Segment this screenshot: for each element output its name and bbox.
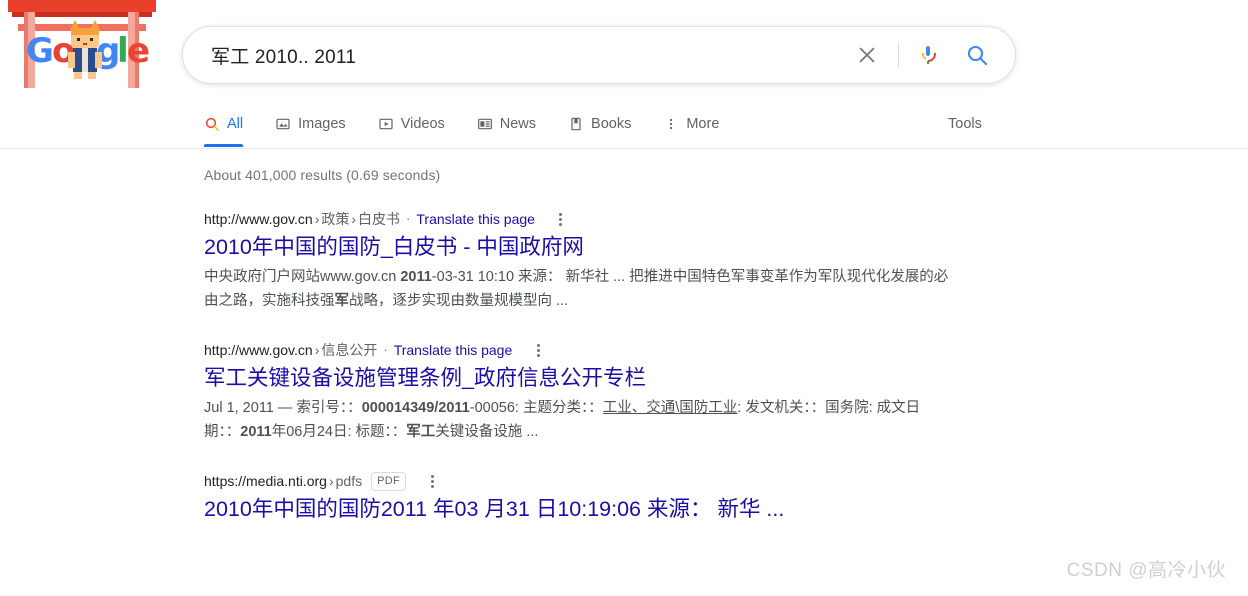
- search-bar: [182, 26, 1016, 84]
- breadcrumb-separator: ›: [327, 473, 336, 489]
- result-title-link[interactable]: 军工关键设备设施管理条例_政府信息公开专栏: [204, 363, 646, 393]
- result-header: https://media.nti.org›pdfs PDF: [204, 471, 964, 491]
- pdf-badge: PDF: [371, 472, 406, 491]
- tab-books[interactable]: Books: [568, 100, 631, 147]
- result-breadcrumb-1: pdfs: [336, 473, 362, 489]
- tab-news[interactable]: News: [477, 100, 536, 147]
- book-icon: [568, 116, 584, 132]
- news-icon: [477, 116, 493, 132]
- search-result-item: http://www.gov.cn›信息公开 · Translate this …: [204, 340, 964, 444]
- tab-videos-label: Videos: [401, 116, 445, 132]
- svg-text:e: e: [127, 31, 150, 71]
- google-doodle-logo[interactable]: G o o g l e: [8, 0, 156, 88]
- doodle-svg: G o o g l e: [8, 0, 156, 88]
- result-url[interactable]: http://www.gov.cn›政策›白皮书: [204, 209, 400, 229]
- tools-button[interactable]: Tools: [948, 100, 982, 147]
- result-domain: http://www.gov.cn: [204, 211, 313, 227]
- search-icon: [965, 43, 989, 67]
- tab-books-label: Books: [591, 116, 631, 132]
- result-title-link[interactable]: 2010年中国的国防2011 年03 月31 日10:19:06 来源： 新华 …: [204, 494, 784, 524]
- csdn-watermark: CSDN @高冷小伙: [1067, 555, 1226, 582]
- tab-news-label: News: [500, 116, 536, 132]
- result-header: http://www.gov.cn›政策›白皮书 · Translate thi…: [204, 209, 964, 229]
- tools-label: Tools: [948, 116, 982, 132]
- video-icon: [378, 116, 394, 132]
- clear-search-button[interactable]: [850, 38, 884, 72]
- result-breadcrumb-1: 政策: [321, 211, 349, 227]
- tab-more-label: More: [686, 116, 719, 132]
- result-url[interactable]: http://www.gov.cn›信息公开: [204, 340, 377, 360]
- svg-text:G: G: [26, 31, 54, 71]
- search-icon: [204, 116, 220, 132]
- search-nav-bar: All Images Videos: [0, 100, 1248, 149]
- search-input[interactable]: [209, 43, 850, 67]
- page-header: G o o g l e: [0, 0, 1248, 100]
- microphone-icon: [916, 43, 940, 67]
- result-url[interactable]: https://media.nti.org›pdfs: [204, 471, 362, 491]
- kebab-icon: [663, 116, 679, 132]
- image-icon: [275, 116, 291, 132]
- tab-more[interactable]: More: [663, 100, 719, 147]
- search-box[interactable]: [182, 26, 1016, 84]
- result-breadcrumb-2: 白皮书: [358, 211, 400, 227]
- fox-character-icon: [68, 20, 102, 79]
- voice-search-button[interactable]: [913, 38, 943, 72]
- translate-this-page-link[interactable]: Translate this page: [416, 209, 535, 229]
- search-result-item: https://media.nti.org›pdfs PDF 2010年中国的国…: [204, 471, 964, 527]
- result-snippet: 中央政府门户网站www.gov.cn 2011-03-31 10:10 来源： …: [204, 265, 956, 313]
- result-domain: http://www.gov.cn: [204, 342, 313, 358]
- tab-all-label: All: [227, 116, 243, 132]
- search-divider: [898, 42, 899, 68]
- result-title-link[interactable]: 2010年中国的国防_白皮书 - 中国政府网: [204, 232, 584, 262]
- result-options-button[interactable]: [423, 471, 441, 491]
- tab-images-label: Images: [298, 116, 346, 132]
- result-snippet: Jul 1, 2011 — 索引号：：000014349/2011-00056:…: [204, 396, 956, 444]
- tab-images[interactable]: Images: [275, 100, 346, 147]
- translate-this-page-link[interactable]: Translate this page: [394, 340, 513, 360]
- tab-videos[interactable]: Videos: [378, 100, 445, 147]
- search-tabs: All Images Videos: [204, 100, 751, 147]
- breadcrumb-separator: ›: [349, 211, 358, 227]
- search-results: About 401,000 results (0.69 seconds) htt…: [0, 149, 1248, 527]
- result-domain: https://media.nti.org: [204, 473, 327, 489]
- url-dot-separator: ·: [377, 340, 393, 360]
- result-header: http://www.gov.cn›信息公开 · Translate this …: [204, 340, 964, 360]
- close-icon: [856, 44, 878, 66]
- result-options-button[interactable]: [552, 209, 570, 229]
- tab-all[interactable]: All: [204, 100, 243, 147]
- result-options-button[interactable]: [529, 340, 547, 360]
- search-result-item: http://www.gov.cn›政策›白皮书 · Translate thi…: [204, 209, 964, 313]
- result-breadcrumb-1: 信息公开: [321, 342, 377, 358]
- url-dot-separator: ·: [400, 209, 416, 229]
- result-stats: About 401,000 results (0.69 seconds): [204, 167, 1248, 183]
- search-submit-button[interactable]: [961, 38, 993, 72]
